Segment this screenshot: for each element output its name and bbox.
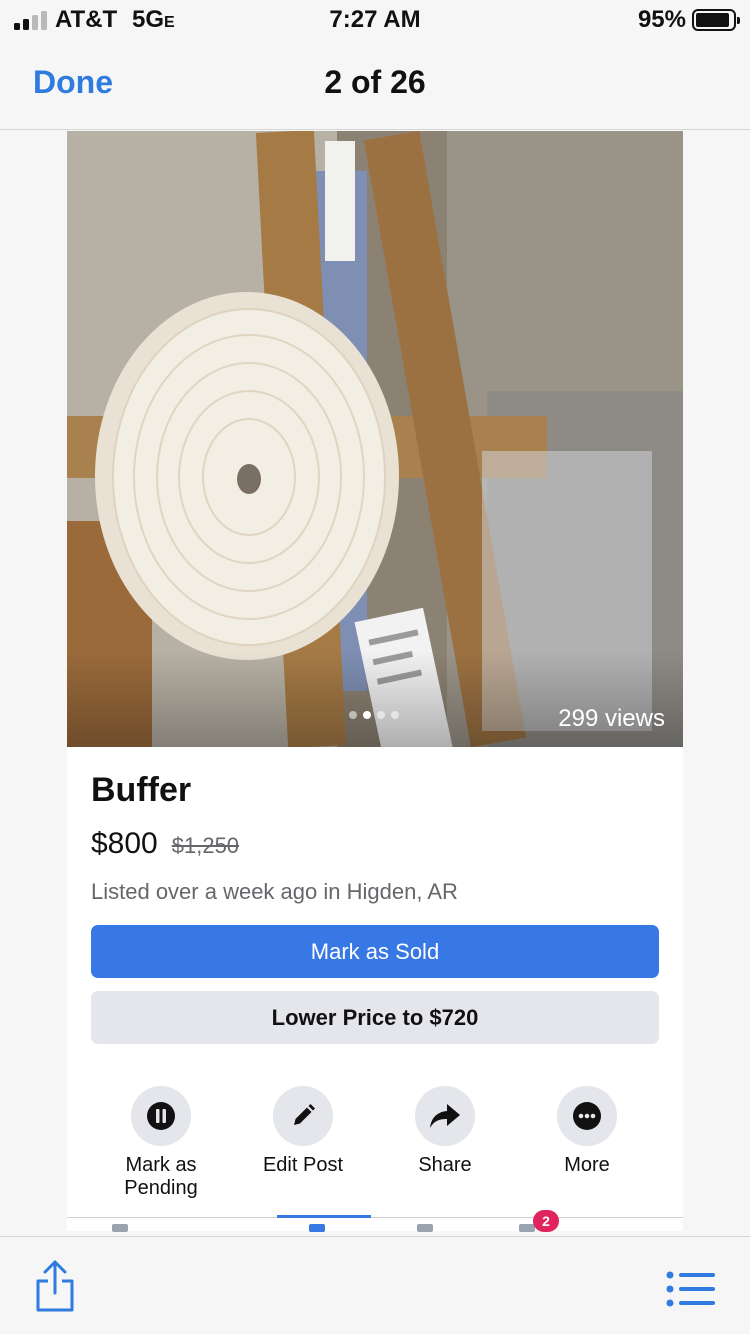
page-dot [391,711,399,719]
page-dot [363,711,371,719]
more-dots-icon [557,1086,617,1146]
listing-actions: Mark as Pending Edit Post Share More [67,1086,683,1206]
bottom-tab-strip: 2 [67,1210,683,1232]
mark-as-pending-button[interactable]: Mark as Pending [91,1086,231,1200]
tab-icon[interactable] [112,1224,128,1232]
share-arrow-icon [415,1086,475,1146]
page-counter-title: 2 of 26 [324,64,426,100]
active-tab-indicator [277,1215,371,1218]
price-row: $800 $1,250 [91,827,239,861]
listing-card: 299 views Buffer $800 $1,250 Listed over… [67,131,683,1232]
pause-icon [131,1086,191,1146]
navigation-bar: Done 2 of 26 [0,42,750,130]
status-bar: AT&T 5GE 7:27 AM 95% [0,0,750,42]
battery-icon [692,9,740,31]
tab-icon[interactable] [417,1224,433,1232]
buffing-wheel-photo [67,131,683,747]
view-count: 299 views [558,705,665,732]
listing-meta: Listed over a week ago in Higden, AR [91,879,458,904]
action-label: Share [418,1154,472,1176]
pencil-icon [273,1086,333,1146]
page-dot [377,711,385,719]
listing-title: Buffer [91,771,192,809]
battery-percentage: 95% [637,6,686,33]
action-label: Mark as [125,1154,197,1176]
edit-post-button[interactable]: Edit Post [233,1086,373,1177]
more-button[interactable]: More [517,1086,657,1177]
tab-icon[interactable] [519,1224,535,1232]
current-price: $800 [91,827,158,860]
tab-icon[interactable] [309,1224,325,1232]
action-label: Edit Post [262,1154,344,1176]
photo-page-indicator [349,711,399,719]
mark-as-sold-button[interactable]: Mark as Sold [91,925,659,978]
list-icon[interactable] [666,1271,716,1312]
listing-photo[interactable]: 299 views [67,131,683,747]
share-icon[interactable] [34,1259,76,1318]
action-label: More [564,1154,610,1176]
lower-price-button[interactable]: Lower Price to $720 [91,991,659,1044]
bottom-toolbar [0,1236,750,1334]
notification-badge: 2 [533,1210,559,1232]
original-price: $1,250 [171,833,240,858]
page-dot [349,711,357,719]
action-label-line2: Pending [124,1177,198,1199]
share-button[interactable]: Share [375,1086,515,1177]
